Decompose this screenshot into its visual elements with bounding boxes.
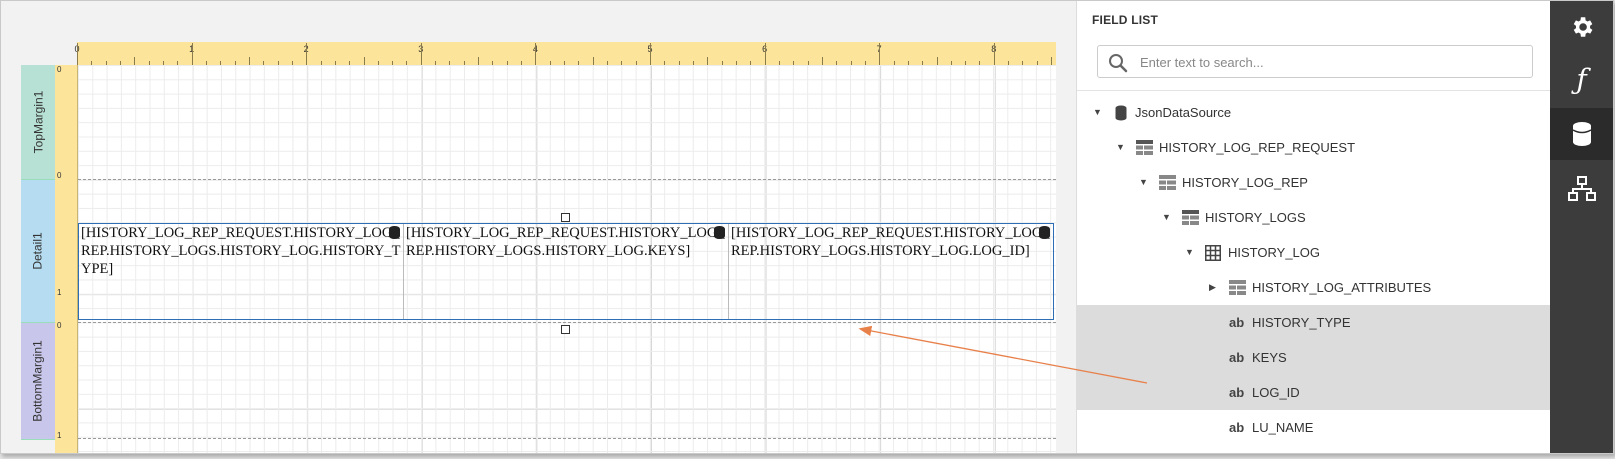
right-toolbar: ƒ [1550,1,1613,453]
gear-icon [1573,17,1592,37]
tree-item-label: HISTORY_LOGS [1205,210,1306,225]
tree-item-label: HISTORY_TYPE [1252,315,1351,330]
database-icon [1572,122,1591,146]
expressions-button[interactable]: ƒ [1550,53,1613,105]
hierarchy-icon [1567,176,1596,201]
report-explorer-button[interactable] [1550,163,1613,215]
properties-button[interactable] [1550,1,1613,53]
function-icon: ƒ [1576,62,1587,96]
field-list-button[interactable] [1550,108,1613,160]
string-field-icon: ab [1229,350,1245,365]
string-field-icon: ab [1229,385,1245,400]
annotation-arrow [858,325,1148,384]
report-designer-window: 0 1 2 3 4 5 6 7 8 0 0 1 0 1 TopMargin1 D… [0,0,1614,454]
tree-item-label: HISTORY_LOG_ATTRIBUTES [1252,280,1432,295]
expand-arrow-icon[interactable]: ▶ [1209,282,1216,293]
string-field-icon: ab [1229,315,1245,330]
grid-icon [1205,245,1221,261]
tree-item-label: HISTORY_LOG [1228,245,1320,260]
string-field-icon: ab [1229,420,1245,435]
tree-item-label: LU_NAME [1252,420,1314,435]
list-icon [1229,280,1246,295]
tree-item-label: KEYS [1252,350,1287,365]
tree-item-label: LOG_ID [1252,385,1300,400]
